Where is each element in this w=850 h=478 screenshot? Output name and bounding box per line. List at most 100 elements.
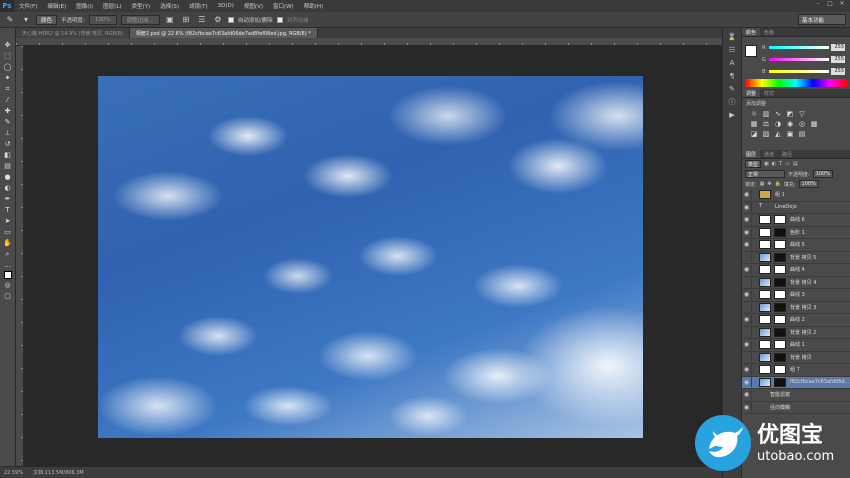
filter-pixel-icon[interactable]: ▣ [764,161,769,167]
threshold-icon[interactable]: ◭ [774,130,782,138]
refine-edge-button[interactable]: 调整边缘... [120,14,160,25]
layer-row[interactable]: ◉ 组 1 [742,189,850,202]
paragraph-icon[interactable]: ¶ [726,71,738,81]
layer-row[interactable]: 背景 拷贝 2 [742,327,850,339]
layer-opacity-field[interactable]: 100% [812,170,833,178]
tab-adjustments[interactable]: 调整 [742,89,761,97]
gear-icon[interactable]: ⚙ [212,14,224,26]
opacity-field[interactable]: 100% [88,14,117,25]
menu-filter[interactable]: 滤镜(T) [184,2,213,10]
quick-mask-icon[interactable]: ◎ [2,280,14,290]
clone-stamp-icon[interactable]: ⊥ [2,128,14,138]
channel-mixer-icon[interactable]: ◎ [798,120,806,128]
layer-row[interactable]: ◉ 曲线 2 [742,314,850,327]
color-lookup-icon[interactable]: ▩ [810,120,818,128]
foreground-color-swatch[interactable] [3,271,12,279]
eye-icon[interactable]: ◉ [742,289,752,300]
mask-thumbnail[interactable] [774,302,786,312]
mask-thumbnail[interactable] [774,252,786,262]
photo-filter-icon[interactable]: ◉ [786,120,794,128]
mask-thumbnail[interactable] [774,215,786,225]
actions-icon[interactable]: ▶ [726,110,738,120]
menu-window[interactable]: 窗口(W) [268,2,299,10]
path-align-icon[interactable]: ⊞ [180,14,192,26]
invert-icon[interactable]: ◪ [750,130,758,138]
blur-icon[interactable]: ● [2,172,14,182]
mode-select[interactable]: 颜色 [36,14,58,25]
eye-icon[interactable]: ◉ [742,189,752,200]
eye-icon[interactable]: ◉ [742,227,752,238]
red-value[interactable]: 255 [831,44,845,51]
more-tools-icon[interactable]: … [2,260,14,270]
curves-icon[interactable]: ∿ [774,110,782,118]
quick-select-icon[interactable]: ✦ [2,73,14,83]
posterize-icon[interactable]: ▨ [762,130,770,138]
lock-pixels-icon[interactable]: ▦ [760,181,765,187]
eye-icon[interactable]: ◉ [742,389,752,400]
tab-color[interactable]: 颜色 [742,28,761,36]
tab-swatches[interactable]: 色板 [760,28,778,36]
mask-thumbnail[interactable] [774,265,786,275]
character-icon[interactable]: A [726,58,738,68]
path-op-icon[interactable]: ▣ [164,14,176,26]
layer-row[interactable]: 背景 拷贝 [742,352,850,364]
fill-field[interactable]: 100% [798,180,819,188]
mask-thumbnail[interactable] [774,352,786,362]
tab-paths[interactable]: 路径 [778,150,796,158]
layer-row[interactable]: ◉ 智能滤镜 [742,389,850,402]
autoselect-checkbox[interactable] [227,16,234,23]
move-tool-icon[interactable]: ✥ [2,40,14,50]
brush-preset-icon[interactable]: ✎ [726,84,738,94]
eye-icon[interactable]: ◉ [742,264,752,275]
mask-thumbnail[interactable] [774,340,786,350]
healing-brush-icon[interactable]: ✚ [2,106,14,116]
eye-icon[interactable]: ◉ [742,202,752,213]
type-tool-icon[interactable]: T [2,205,14,215]
layer-row[interactable]: ◉ f82cfbcae7c63afd06d... [742,376,850,389]
menu-view[interactable]: 视图(V) [239,2,268,10]
minimize-icon[interactable]: – [812,0,824,10]
document-size[interactable]: 文档:113.5M/806.3M [33,469,84,476]
info-icon[interactable]: ⓘ [726,97,738,107]
menu-file[interactable]: 文件(F) [14,2,42,10]
brightness-icon[interactable]: ☼ [750,110,758,118]
red-slider[interactable] [769,46,829,49]
eraser-icon[interactable]: ◧ [2,150,14,160]
menu-3d[interactable]: 3D(D) [213,3,239,9]
filter-smart-icon[interactable]: ▤ [793,161,798,167]
blue-slider[interactable] [769,70,829,73]
eye-icon[interactable] [742,252,752,263]
brush-tool-icon[interactable]: ✎ [4,14,16,26]
dodge-icon[interactable]: ◐ [2,183,14,193]
mask-thumbnail[interactable] [774,290,786,300]
mask-thumbnail[interactable] [774,365,786,375]
eye-icon[interactable]: ◉ [742,239,752,250]
color-spectrum[interactable] [745,79,847,87]
maximize-icon[interactable]: □ [824,0,836,10]
tab-document-2[interactable]: 相册2.psd @ 22.6% (f82cfbcae7c63afd06de7ad… [129,28,318,38]
levels-icon[interactable]: ▥ [762,110,770,118]
vertical-ruler[interactable] [16,46,24,466]
menu-image[interactable]: 图像(I) [71,2,98,10]
properties-icon[interactable]: ☷ [726,45,738,55]
sky-photo[interactable] [98,76,643,438]
eye-icon[interactable] [742,327,752,338]
gradient-icon[interactable]: ▤ [2,161,14,171]
hand-tool-icon[interactable]: ✋ [2,238,14,248]
eye-icon[interactable]: ◉ [742,339,752,350]
layer-row[interactable]: ◉ 组 7 [742,364,850,377]
filter-shape-icon[interactable]: ▭ [785,161,790,167]
tab-channels[interactable]: 通道 [760,150,778,158]
green-value[interactable]: 255 [831,56,845,63]
mask-thumbnail[interactable] [774,377,786,387]
foreground-swatch[interactable] [745,45,757,57]
exposure-icon[interactable]: ◩ [786,110,794,118]
selective-color-icon[interactable]: ▣ [786,130,794,138]
path-select-icon[interactable]: ➤ [2,216,14,226]
color-balance-icon[interactable]: ⚖ [762,120,770,128]
layer-row[interactable]: 背景 拷贝 5 [742,252,850,264]
black-white-icon[interactable]: ◑ [774,120,782,128]
zoom-level[interactable]: 22.59% [4,470,23,476]
lock-all-icon[interactable]: 🔒 [775,181,781,187]
eye-icon[interactable]: ◉ [742,314,752,325]
